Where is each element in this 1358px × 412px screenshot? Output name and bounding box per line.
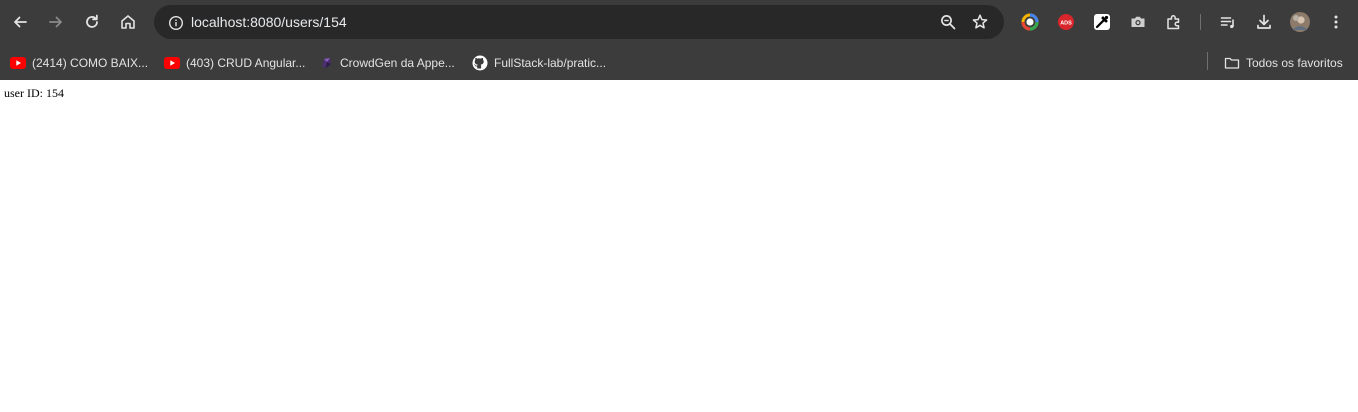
reading-list-button[interactable] [1214,8,1242,36]
user-id-text: user ID: 154 [4,86,64,100]
zoom-button[interactable] [934,8,962,36]
bookmark-label: (2414) COMO BAIX... [32,56,149,70]
browser-chrome: localhost:8080/users/154 ADS (2414) COMO… [0,0,1358,80]
reading-list-icon [1220,17,1234,29]
youtube-icon [164,55,180,71]
eyedropper-extension-button[interactable] [1088,8,1116,36]
site-info-icon [168,15,184,31]
bookmark-item[interactable]: (403) CRUD Angular... [164,50,305,76]
github-icon [472,55,488,71]
home-button[interactable] [114,8,142,36]
home-icon [121,15,135,29]
bookmark-item[interactable]: CrowdGen da Appe... [318,50,455,76]
page-content: user ID: 154 [0,80,1358,412]
browser-toolbar: localhost:8080/users/154 ADS [0,0,1358,44]
more-menu-button[interactable] [1322,8,1350,36]
bookmark-item[interactable]: FullStack-lab/pratic... [472,50,606,76]
all-bookmarks-button[interactable]: Todos os favoritos [1224,50,1343,76]
back-button[interactable] [6,8,34,36]
reload-icon [86,14,98,28]
forward-icon [49,16,62,28]
bookmarks-bar: (2414) COMO BAIX... (403) CRUD Angular..… [0,44,1358,80]
address-bar[interactable]: localhost:8080/users/154 [154,5,1004,39]
forward-button[interactable] [42,8,70,36]
ads-blocker-extension-button[interactable]: ADS [1052,8,1080,36]
all-bookmarks-label: Todos os favoritos [1246,56,1343,70]
extensions-puzzle-icon [1167,14,1180,30]
profile-button[interactable] [1286,8,1314,36]
bookmark-label: FullStack-lab/pratic... [494,56,607,70]
bookmark-star-button[interactable] [966,8,994,36]
back-icon [14,16,27,28]
camera-extension-icon [1131,16,1145,27]
download-icon [1257,14,1271,29]
bookmark-label: (403) CRUD Angular... [186,56,306,70]
bookmark-label: CrowdGen da Appe... [340,56,455,70]
site-info-button[interactable] [162,9,190,37]
bookmarks-divider [1207,52,1208,70]
url-text[interactable]: localhost:8080/users/154 [191,13,347,31]
extensions-button[interactable] [1160,8,1188,36]
camera-extension-button[interactable] [1124,8,1152,36]
bookmark-item[interactable]: (2414) COMO BAIX... [10,50,148,76]
color-ring-extension-icon [1021,13,1039,31]
crowdgen-icon [318,55,334,71]
profile-avatar [1290,12,1310,32]
color-ring-extension-button[interactable] [1016,8,1044,36]
downloads-button[interactable] [1250,8,1278,36]
reload-button[interactable] [78,8,106,36]
eyedropper-extension-icon [1094,14,1110,30]
zoom-icon [941,15,956,30]
more-vert-icon [1334,15,1338,29]
ads-badge-text: ADS [1060,20,1072,26]
ads-blocker-extension-icon: ADS [1058,14,1074,30]
star-icon [972,14,988,29]
folder-icon [1224,55,1240,71]
toolbar-divider [1200,14,1201,30]
youtube-icon [10,55,26,71]
